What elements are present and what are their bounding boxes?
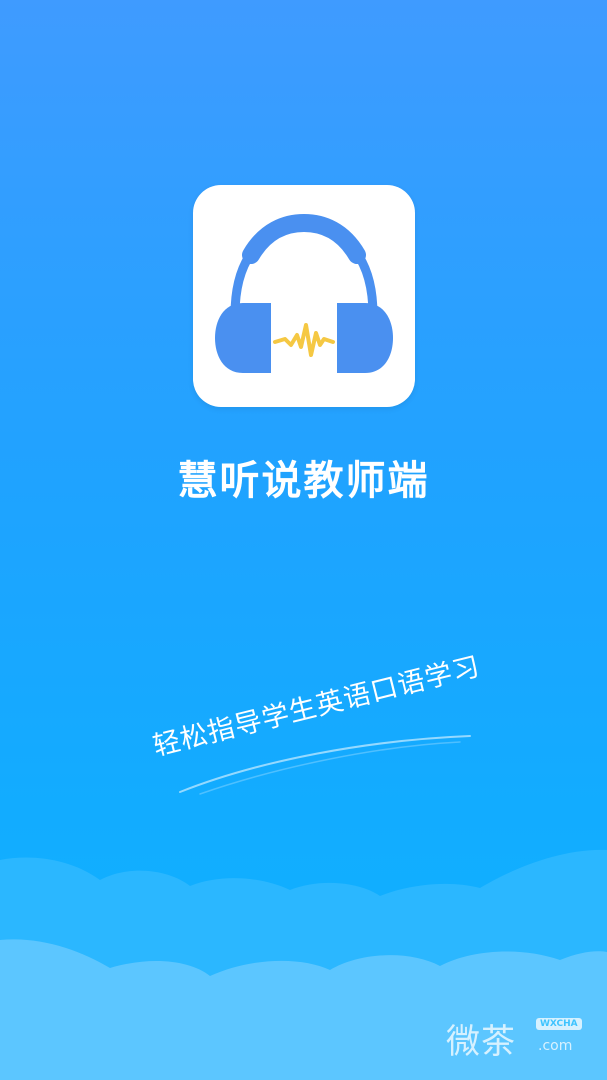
- watermark-domain: .com: [538, 1038, 573, 1054]
- splash-screen: 慧听说教师端 轻松指导学生英语口语学习 微茶 WXCHA .com: [0, 0, 607, 1080]
- tagline-block: 轻松指导学生英语口语学习: [150, 651, 483, 810]
- app-logo: [193, 185, 415, 407]
- watermark-text: 微茶: [446, 1022, 516, 1062]
- app-name: 慧听说教师端: [177, 458, 430, 504]
- headphones-icon: [215, 213, 393, 373]
- watermark-badge: WXCHA: [536, 1018, 582, 1030]
- watermark: 微茶 WXCHA .com: [446, 1012, 596, 1062]
